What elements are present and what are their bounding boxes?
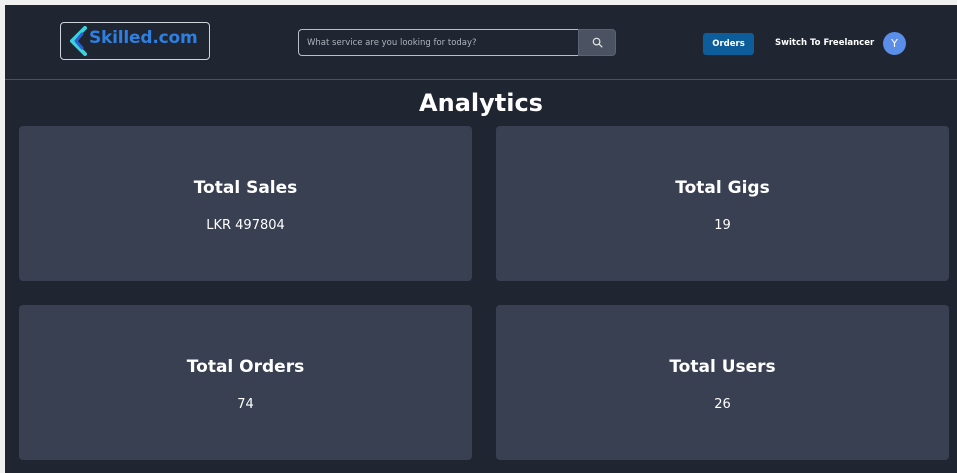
card-title: Total Users — [669, 357, 776, 377]
avatar[interactable]: Y — [883, 32, 906, 55]
app-window: Skilled.com Orders Switch To Freelancer … — [5, 5, 957, 473]
card-title: Total Orders — [186, 357, 305, 377]
card-value: 74 — [237, 397, 254, 412]
card-title: Total Sales — [193, 178, 298, 198]
search-input[interactable] — [298, 29, 578, 56]
search-bar — [298, 29, 616, 56]
stat-card-total-gigs: Total Gigs 19 — [496, 126, 949, 281]
switch-to-freelancer-link[interactable]: Switch To Freelancer — [775, 38, 874, 48]
logo-text: Skilled.com — [89, 28, 198, 48]
card-value: 19 — [714, 218, 731, 233]
logo[interactable]: Skilled.com — [60, 22, 210, 60]
search-button[interactable] — [578, 29, 616, 56]
stat-card-total-orders: Total Orders 74 — [19, 305, 472, 460]
stat-card-total-sales: Total Sales LKR 497804 — [19, 126, 472, 281]
card-value: 26 — [714, 397, 731, 412]
stat-card-total-users: Total Users 26 — [496, 305, 949, 460]
card-value: LKR 497804 — [206, 218, 285, 233]
page-title: Analytics — [419, 89, 543, 117]
search-icon — [592, 37, 602, 48]
top-navbar: Skilled.com Orders Switch To Freelancer … — [5, 5, 957, 80]
card-title: Total Gigs — [675, 178, 770, 198]
skilled-logo-icon — [70, 26, 87, 56]
orders-button[interactable]: Orders — [703, 33, 754, 55]
